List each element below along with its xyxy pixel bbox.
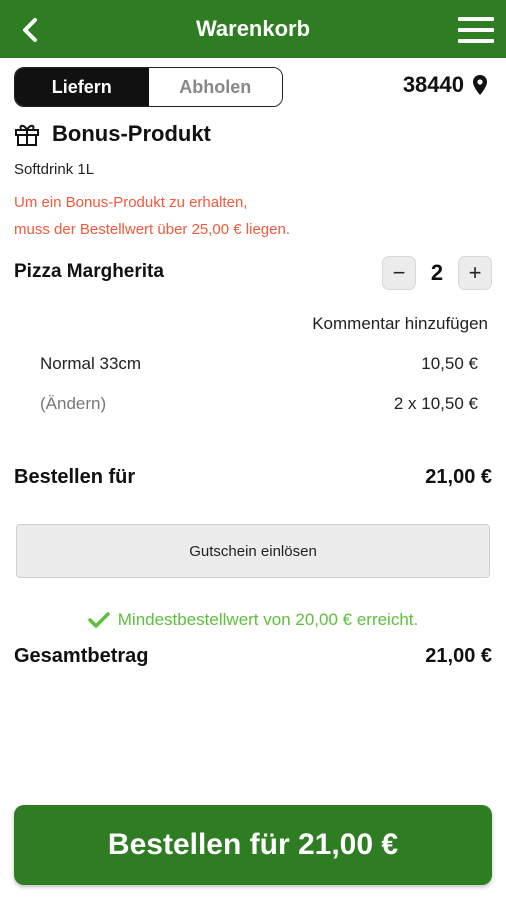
minimum-order-text: Mindestbestellwert von 20,00 € erreicht.: [117, 610, 419, 629]
subtotal-row: Bestellen für 21,00 €: [14, 466, 492, 489]
minimum-order-notice: Mindestbestellwert von 20,00 € erreicht.: [0, 610, 506, 630]
item-quantity-price: 2 x 10,50 €: [393, 394, 478, 413]
bonus-warning: Um ein Bonus-Produkt zu erhalten, muss d…: [14, 189, 290, 243]
toggle-option-liefern[interactable]: Liefern: [15, 68, 149, 106]
app-header: Warenkorb: [0, 0, 506, 58]
bonus-warning-line-1: Um ein Bonus-Produkt zu erhalten,: [14, 194, 248, 211]
increment-button[interactable]: +: [458, 256, 492, 290]
location-selector[interactable]: 38440: [403, 72, 488, 98]
toggle-option-abholen[interactable]: Abholen: [148, 68, 282, 106]
place-order-button[interactable]: Bestellen für 21,00 €: [14, 805, 492, 885]
total-value: 21,00 €: [425, 645, 492, 667]
delivery-mode-toggle: Liefern Abholen: [14, 67, 283, 107]
item-size-row: Normal 33cm 10,50 €: [40, 354, 478, 374]
bonus-item-name: Softdrink 1L: [14, 161, 95, 178]
cart-item-name: Pizza Margherita: [14, 261, 164, 282]
quantity-stepper: − 2 +: [382, 256, 492, 290]
subtotal-label: Bestellen für: [14, 466, 136, 488]
bonus-warning-line-2: muss der Bestellwert über 25,00 € liegen…: [14, 221, 290, 238]
check-icon: [88, 612, 110, 628]
total-row: Gesamtbetrag 21,00 €: [14, 645, 492, 668]
hamburger-menu-icon[interactable]: [456, 14, 496, 46]
total-label: Gesamtbetrag: [14, 645, 149, 667]
bonus-section-heading: Bonus-Produkt: [14, 121, 211, 147]
map-pin-icon: [473, 75, 487, 95]
gift-icon: [15, 124, 39, 146]
subtotal-value: 21,00 €: [425, 466, 492, 488]
change-item-link[interactable]: (Ändern): [40, 394, 106, 414]
page-title: Warenkorb: [195, 16, 311, 41]
item-size: Normal 33cm: [40, 354, 142, 373]
item-change-row: (Ändern) 2 x 10,50 €: [40, 394, 478, 414]
bonus-title: Bonus-Produkt: [52, 121, 211, 146]
zip-code: 38440: [402, 72, 464, 97]
add-comment-link[interactable]: Kommentar hinzufügen: [312, 314, 488, 334]
quantity-value: 2: [430, 260, 444, 285]
item-unit-price: 10,50 €: [421, 354, 478, 373]
redeem-coupon-button[interactable]: Gutschein einlösen: [16, 524, 490, 578]
decrement-button[interactable]: −: [382, 256, 416, 290]
